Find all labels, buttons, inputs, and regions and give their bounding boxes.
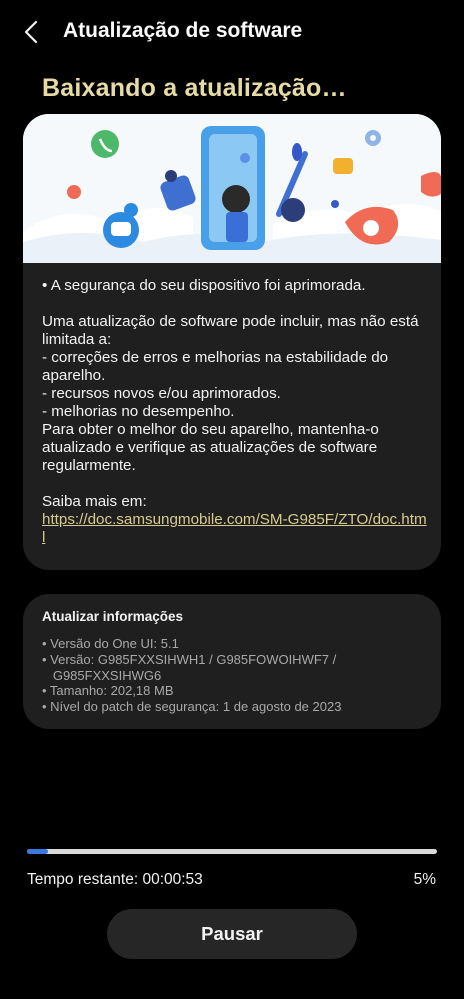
build-version-cont: G985FXXSIHWG6 <box>42 667 162 683</box>
update-info-card: Atualizar informações • Versão do One UI… <box>23 594 441 729</box>
learn-more-link[interactable]: https://doc.samsungmobile.com/SM-G985F/Z… <box>42 511 427 546</box>
list-item: - melhorias no desempenho. <box>42 403 235 420</box>
update-info-title: Atualizar informações <box>42 609 184 624</box>
intro-text: Uma atualização de software pode incluir… <box>42 313 419 348</box>
pause-button[interactable]: Pausar <box>107 909 357 959</box>
one-ui-version: • Versão do One UI: 5.1 <box>42 636 179 651</box>
security-line: • A segurança do seu dispositivo foi apr… <box>42 277 366 294</box>
update-illustration <box>23 114 441 263</box>
list-item: - correções de erros e melhorias na esta… <box>42 349 389 384</box>
page-title: Atualização de software <box>63 19 303 42</box>
update-size: • Tamanho: 202,18 MB <box>42 683 174 699</box>
security-patch-level: • Nível do patch de segurança: 1 de agos… <box>42 699 342 715</box>
progress-percent: 5% <box>413 871 436 888</box>
update-description: • A segurança do seu dispositivo foi apr… <box>42 277 427 547</box>
list-item: - recursos novos e/ou aprimorados. <box>42 385 281 402</box>
download-progress-bar <box>27 849 437 854</box>
update-description-card: • A segurança do seu dispositivo foi apr… <box>23 114 441 570</box>
build-version: • Versão: G985FXXSIHWH1 / G985FOWOIHWF7 … <box>42 651 337 667</box>
learn-more-label: Saiba mais em: <box>42 493 147 510</box>
chevron-left-icon[interactable] <box>18 18 46 46</box>
app-header: Atualização de software <box>0 0 464 66</box>
download-status-heading: Baixando a atualização… <box>42 74 347 102</box>
advice-text: Para obter o melhor do seu aparelho, man… <box>42 421 379 474</box>
time-remaining: Tempo restante: 00:00:53 <box>27 871 203 888</box>
download-progress-fill <box>27 849 48 854</box>
update-info-list: • Versão do One UI: 5.1 • Versão: G985FX… <box>42 636 432 715</box>
